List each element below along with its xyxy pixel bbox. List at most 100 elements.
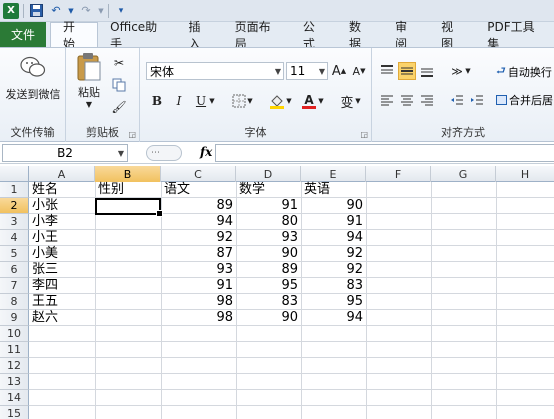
row-header-10[interactable]: 10 [0, 326, 29, 342]
cell-a4[interactable]: 小王 [29, 230, 95, 246]
row-header-11[interactable]: 11 [0, 342, 29, 358]
cell-b8[interactable] [95, 294, 161, 310]
tab-page-layout[interactable]: 页面布局 [223, 20, 291, 51]
redo-icon[interactable]: ↷ [78, 3, 94, 19]
cell-b9[interactable] [95, 310, 161, 326]
font-size-select[interactable]: 11 ▼ [286, 62, 328, 80]
italic-button[interactable]: I [170, 92, 188, 110]
tab-office-assistant[interactable]: Office助手 [98, 20, 176, 51]
copy-icon[interactable] [110, 76, 128, 94]
undo-icon[interactable]: ↶ [48, 3, 64, 19]
active-cell-b2[interactable] [95, 198, 163, 217]
row-header-3[interactable]: 3 [0, 214, 29, 230]
format-painter-icon[interactable]: 🖌 [110, 98, 128, 116]
undo-dropdown-icon[interactable]: ▼ [68, 3, 74, 19]
column-header-d[interactable]: D [236, 166, 301, 182]
cell-d5[interactable]: 90 [236, 246, 301, 262]
column-header-h[interactable]: H [496, 166, 554, 182]
merge-center-button[interactable]: 合并后居 [496, 92, 553, 108]
tab-review[interactable]: 审阅 [383, 20, 429, 51]
clipboard-launcher-icon[interactable]: ◲ [128, 130, 136, 139]
column-header-f[interactable]: F [366, 166, 431, 182]
paste-dropdown-icon[interactable]: ▼ [86, 100, 92, 109]
cell-c5[interactable]: 87 [161, 246, 236, 262]
cell-c3[interactable]: 94 [161, 214, 236, 230]
row-header-2[interactable]: 2 [0, 198, 29, 214]
tab-file[interactable]: 文件 [0, 22, 47, 47]
cell-e2[interactable]: 90 [301, 198, 366, 214]
align-bottom-icon[interactable] [418, 62, 436, 80]
cell-b4[interactable] [95, 230, 161, 246]
cell-b6[interactable] [95, 262, 161, 278]
shrink-font-button[interactable]: A ▼ [350, 62, 368, 80]
cell-d1[interactable]: 数学 [236, 182, 301, 198]
cell-a1[interactable]: 姓名 [29, 182, 95, 198]
send-to-wechat-button[interactable]: 发送到微信 [4, 54, 62, 102]
font-name-select[interactable]: 宋体 ▼ [146, 62, 284, 80]
cut-icon[interactable]: ✂ [110, 54, 128, 72]
align-center-icon[interactable] [398, 92, 416, 110]
formula-bar-resize-icon[interactable]: ⋯ [146, 145, 182, 161]
tab-pdf-tools[interactable]: PDF工具集 [475, 20, 554, 51]
customize-toolbar-icon[interactable]: ▾ [113, 3, 129, 19]
font-launcher-icon[interactable]: ◲ [360, 130, 368, 139]
cell-b3[interactable] [95, 214, 161, 230]
save-icon[interactable] [28, 3, 44, 19]
cell-a7[interactable]: 李四 [29, 278, 95, 294]
fill-color-dropdown-icon[interactable]: ▼ [285, 92, 293, 110]
row-header-9[interactable]: 9 [0, 310, 29, 326]
cell-a6[interactable]: 张三 [29, 262, 95, 278]
cell-a3[interactable]: 小李 [29, 214, 95, 230]
cell-e5[interactable]: 92 [301, 246, 366, 262]
column-header-c[interactable]: C [161, 166, 236, 182]
excel-app-icon[interactable]: X [3, 2, 19, 19]
cell-a8[interactable]: 王五 [29, 294, 95, 310]
cell-e9[interactable]: 94 [301, 310, 366, 326]
cell-c2[interactable]: 89 [161, 198, 236, 214]
font-color-icon[interactable]: A [300, 92, 318, 110]
row-header-12[interactable]: 12 [0, 358, 29, 374]
increase-indent-icon[interactable] [468, 92, 486, 110]
insert-function-icon[interactable]: fx [200, 145, 212, 159]
tab-insert[interactable]: 插入 [177, 20, 223, 51]
font-color-dropdown-icon[interactable]: ▼ [317, 92, 325, 110]
borders-dropdown-icon[interactable]: ▼ [246, 92, 254, 110]
row-header-5[interactable]: 5 [0, 246, 29, 262]
cell-d4[interactable]: 93 [236, 230, 301, 246]
align-left-icon[interactable] [378, 92, 396, 110]
cell-e3[interactable]: 91 [301, 214, 366, 230]
paste-button[interactable]: 粘贴 ▼ [72, 52, 106, 109]
cell-d8[interactable]: 83 [236, 294, 301, 310]
cell-c1[interactable]: 语文 [161, 182, 236, 198]
cell-e1[interactable]: 英语 [301, 182, 366, 198]
column-header-a[interactable]: A [29, 166, 95, 182]
row-header-14[interactable]: 14 [0, 390, 29, 406]
align-middle-icon[interactable] [398, 62, 416, 80]
column-header-b[interactable]: B [95, 166, 161, 182]
cell-c4[interactable]: 92 [161, 230, 236, 246]
underline-dropdown-icon[interactable]: ▼ [208, 92, 216, 110]
phonetic-dropdown-icon[interactable]: ▼ [354, 92, 362, 110]
cell-a5[interactable]: 小美 [29, 246, 95, 262]
cell-d6[interactable]: 89 [236, 262, 301, 278]
cell-c8[interactable]: 98 [161, 294, 236, 310]
row-header-8[interactable]: 8 [0, 294, 29, 310]
cell-e4[interactable]: 94 [301, 230, 366, 246]
cell-c9[interactable]: 98 [161, 310, 236, 326]
select-all-corner[interactable] [0, 166, 29, 182]
name-box[interactable]: B2 ▼ [2, 144, 128, 162]
cell-d2[interactable]: 91 [236, 198, 301, 214]
column-header-g[interactable]: G [431, 166, 496, 182]
cell-c6[interactable]: 93 [161, 262, 236, 278]
cell-b7[interactable] [95, 278, 161, 294]
cell-e8[interactable]: 95 [301, 294, 366, 310]
grow-font-button[interactable]: A ▲ [330, 62, 348, 80]
cell-d9[interactable]: 90 [236, 310, 301, 326]
decrease-indent-icon[interactable] [448, 92, 466, 110]
cell-c7[interactable]: 91 [161, 278, 236, 294]
row-header-15[interactable]: 15 [0, 406, 29, 419]
row-header-1[interactable]: 1 [0, 182, 29, 198]
bold-button[interactable]: B [148, 92, 166, 110]
align-right-icon[interactable] [418, 92, 436, 110]
cell-b5[interactable] [95, 246, 161, 262]
